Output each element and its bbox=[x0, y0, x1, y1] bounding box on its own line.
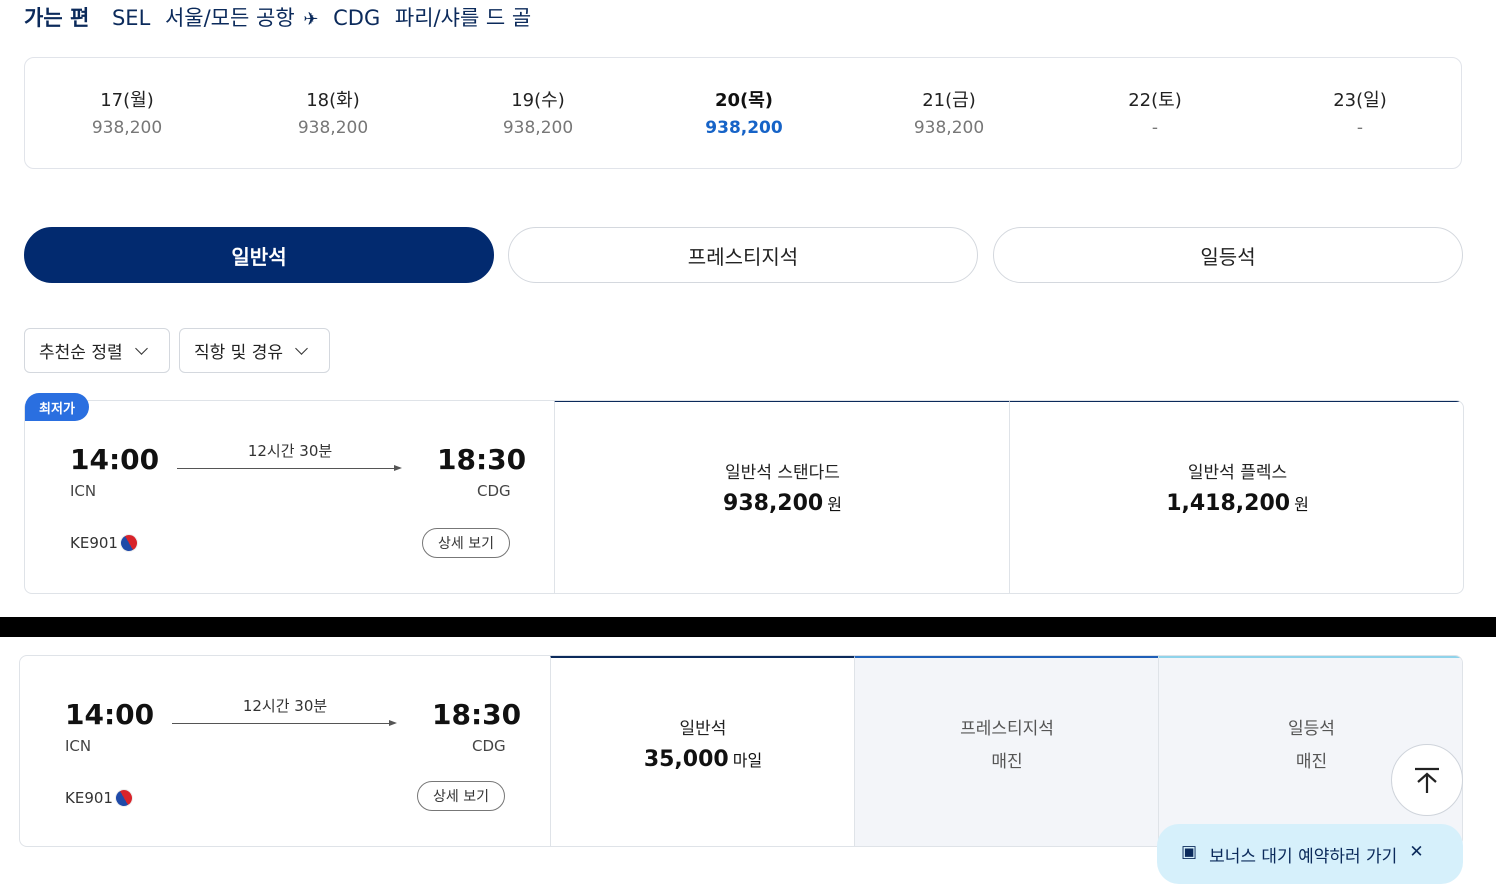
detail-button[interactable]: 상세 보기 bbox=[422, 528, 510, 558]
stops-label: 직항 및 경유 bbox=[194, 343, 284, 363]
korean-air-logo-icon bbox=[111, 785, 137, 811]
arrival-airport: CDG bbox=[472, 737, 506, 755]
dest-code: CDG bbox=[333, 6, 381, 30]
stops-dropdown[interactable]: 직항 및 경유 bbox=[179, 328, 330, 373]
fare-economy-standard[interactable]: 일반석 스탠다드 938,200 원 bbox=[554, 401, 1010, 593]
fare-unit: 원 bbox=[827, 495, 842, 514]
sort-dropdown[interactable]: 추천순 정렬 bbox=[24, 328, 170, 373]
fare-mileage-economy[interactable]: 일반석 35,000 마일 bbox=[550, 656, 855, 846]
fare-name: 일반석 스탠다드 bbox=[725, 463, 840, 483]
date-price: 938,200 bbox=[91, 118, 163, 138]
flight-card: 14:00 ICN 12시간 30분 18:30 CDG KE901 상세 보기… bbox=[24, 400, 1464, 594]
fare-price: 1,418,200 원 bbox=[1010, 491, 1463, 516]
lowest-price-badge: 최저가 bbox=[25, 393, 89, 421]
date-price: 938,200 bbox=[705, 118, 783, 138]
date-label: 19(수) bbox=[511, 90, 565, 111]
flight-card-mileage: 14:00 ICN 12시간 30분 18:30 CDG KE901 상세 보기… bbox=[19, 655, 1463, 847]
fare-name: 일반석 플렉스 bbox=[1187, 463, 1288, 483]
route-line bbox=[172, 723, 390, 724]
date-option[interactable]: 22(토) - bbox=[1075, 86, 1235, 138]
fare-name: 일반석 bbox=[679, 719, 727, 739]
flight-number: KE901 bbox=[70, 530, 142, 556]
date-option-selected[interactable]: 20(목) 938,200 bbox=[664, 86, 824, 138]
fare-amount: 1,418,200 bbox=[1166, 491, 1291, 516]
date-label: 20(목) bbox=[714, 90, 774, 111]
arrow-up-icon bbox=[1415, 767, 1439, 793]
date-label: 17(월) bbox=[100, 90, 154, 111]
fare-amount: 938,200 bbox=[723, 491, 824, 516]
fare-unit: 원 bbox=[1294, 495, 1309, 514]
fare-amount: 35,000 bbox=[643, 747, 729, 772]
flight-duration: 12시간 30분 bbox=[242, 697, 328, 715]
calendar-icon: ▣ bbox=[1181, 842, 1198, 862]
origin-name: 서울/모든 공항 bbox=[164, 6, 295, 30]
chevron-down-icon bbox=[295, 341, 308, 355]
screenshot-divider bbox=[0, 617, 1496, 637]
departure-airport: ICN bbox=[65, 737, 92, 755]
flight-number-text: KE901 bbox=[70, 534, 118, 552]
arrow-icon bbox=[394, 465, 402, 471]
date-option[interactable]: 18(화) 938,200 bbox=[253, 86, 413, 138]
fare-name: 일등석 bbox=[1288, 719, 1335, 739]
chevron-down-icon bbox=[134, 341, 148, 355]
flight-duration: 12시간 30분 bbox=[247, 442, 333, 460]
arrival-time: 18:30 bbox=[437, 443, 527, 476]
fare-name: 프레스티지석 bbox=[960, 719, 1054, 739]
origin-code: SEL bbox=[111, 6, 151, 30]
route-header: 가는 편 SEL 서울/모든 공항 ✈ CDG 파리/샤를 드 골 bbox=[24, 2, 531, 32]
waitlist-toast[interactable]: ▣ 보너스 대기 예약하러 가기 ✕ bbox=[1157, 824, 1463, 884]
date-price: - bbox=[1151, 118, 1159, 138]
date-price: 938,200 bbox=[297, 118, 369, 138]
sort-label: 추천순 정렬 bbox=[39, 343, 123, 363]
date-label: 22(토) bbox=[1128, 90, 1182, 111]
date-price: - bbox=[1356, 118, 1364, 138]
arrival-time: 18:30 bbox=[432, 698, 522, 731]
departure-time: 14:00 bbox=[65, 698, 155, 731]
airplane-icon: ✈ bbox=[303, 9, 319, 30]
scroll-top-button[interactable] bbox=[1391, 744, 1463, 816]
sold-out-label: 매진 bbox=[991, 752, 1023, 772]
date-option[interactable]: 19(수) 938,200 bbox=[458, 86, 618, 138]
date-selector: 17(월) 938,200 18(화) 938,200 19(수) 938,20… bbox=[24, 57, 1462, 169]
date-price: 938,200 bbox=[913, 118, 985, 138]
fare-unit: 마일 bbox=[732, 751, 763, 770]
fare-mileage-prestige: 프레스티지석 매진 bbox=[854, 656, 1159, 846]
tab-prestige[interactable]: 프레스티지석 bbox=[508, 227, 978, 283]
fare-price: 35,000 마일 bbox=[551, 747, 855, 772]
arrow-icon bbox=[389, 720, 397, 726]
dest-name: 파리/샤를 드 골 bbox=[394, 6, 532, 30]
tab-first[interactable]: 일등석 bbox=[993, 227, 1463, 283]
departure-time: 14:00 bbox=[70, 443, 160, 476]
date-option[interactable]: 21(금) 938,200 bbox=[869, 86, 1029, 138]
fare-economy-flex[interactable]: 일반석 플렉스 1,418,200 원 bbox=[1009, 401, 1463, 593]
direction-label: 가는 편 bbox=[24, 6, 90, 30]
close-icon[interactable]: ✕ bbox=[1409, 842, 1423, 866]
fare-price: 938,200 원 bbox=[555, 491, 1010, 516]
flight-number: KE901 bbox=[65, 785, 137, 811]
detail-button[interactable]: 상세 보기 bbox=[417, 781, 505, 811]
date-option[interactable]: 23(일) - bbox=[1280, 86, 1440, 138]
toast-text: 보너스 대기 예약하러 가기 bbox=[1209, 847, 1398, 867]
date-option[interactable]: 17(월) 938,200 bbox=[47, 86, 207, 138]
korean-air-logo-icon bbox=[116, 530, 142, 556]
departure-airport: ICN bbox=[70, 482, 97, 500]
date-label: 18(화) bbox=[306, 90, 360, 111]
date-label: 21(금) bbox=[922, 90, 976, 111]
date-label: 23(일) bbox=[1333, 90, 1387, 111]
flight-number-text: KE901 bbox=[65, 789, 113, 807]
date-price: 938,200 bbox=[502, 118, 574, 138]
tab-economy[interactable]: 일반석 bbox=[24, 227, 494, 283]
route-line bbox=[177, 468, 395, 469]
arrival-airport: CDG bbox=[477, 482, 511, 500]
